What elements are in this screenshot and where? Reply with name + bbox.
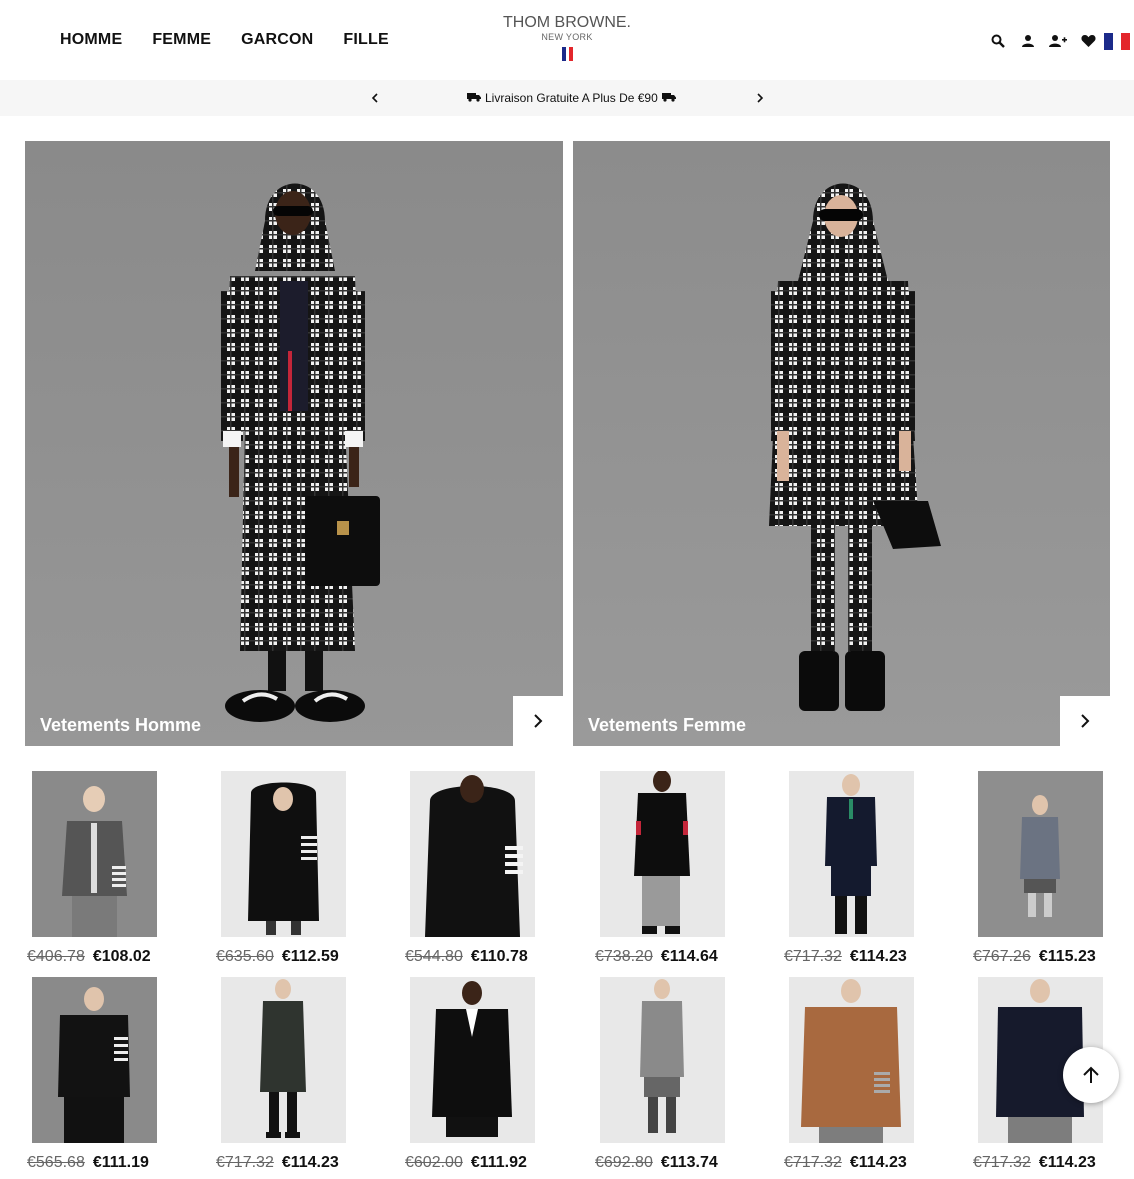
main-nav: HOMME FEMME GARCON FILLE — [60, 31, 419, 49]
france-flag-icon[interactable] — [1104, 32, 1131, 50]
original-price: €544.80 — [405, 948, 463, 965]
sale-price: €114.64 — [660, 948, 718, 965]
logo-subtitle: NEW YORK — [541, 32, 593, 42]
banner-femme-image — [573, 141, 1110, 746]
search-icon[interactable] — [988, 31, 1008, 51]
brand-logo[interactable]: THOM BROWNE. NEW YORK — [487, 14, 647, 61]
original-price: €635.60 — [216, 948, 274, 965]
sale-price: €111.19 — [92, 1154, 149, 1171]
scroll-to-top-button[interactable] — [1063, 1047, 1119, 1103]
nav-garcon[interactable]: GARCON — [241, 31, 313, 49]
product-image-long-coat[interactable] — [221, 977, 346, 1143]
product-price: €602.00 €111.92 — [405, 1154, 527, 1172]
promo-bar: Livraison Gratuite A Plus De €90 — [0, 80, 1134, 116]
product-price: €717.32 €114.23 — [784, 948, 907, 966]
chevron-right-icon[interactable] — [1060, 696, 1110, 746]
wishlist-icon[interactable] — [1078, 31, 1098, 51]
original-price: €767.26 — [973, 948, 1031, 965]
product-price: €565.68 €111.19 — [27, 1154, 149, 1172]
product-price: €738.20 €114.64 — [595, 948, 718, 966]
product-image-grey-overcoat[interactable] — [600, 977, 725, 1143]
nav-fille[interactable]: FILLE — [343, 31, 388, 49]
product-price: €635.60 €112.59 — [216, 948, 339, 966]
sale-price: €113.74 — [660, 1154, 718, 1171]
account-icon[interactable] — [1018, 31, 1038, 51]
original-price: €738.20 — [595, 948, 653, 965]
original-price: €717.32 — [216, 1154, 274, 1171]
logo-stripe-icon — [487, 47, 647, 61]
product-image-hooded-jacket[interactable] — [410, 771, 535, 937]
header-icons — [978, 31, 1131, 51]
product-price: €717.32 €114.23 — [784, 1154, 907, 1172]
sale-price: €114.23 — [1038, 1154, 1096, 1171]
sale-price: €112.59 — [281, 948, 339, 965]
original-price: €406.78 — [27, 948, 85, 965]
product-image-grey-coat[interactable] — [978, 771, 1103, 937]
nav-homme[interactable]: HOMME — [60, 31, 122, 49]
banner-homme[interactable]: Vetements Homme — [25, 141, 563, 746]
promo-prev-arrow-icon[interactable] — [368, 89, 382, 107]
banner-homme-image — [25, 141, 563, 746]
product-image-overcoat[interactable] — [600, 771, 725, 937]
product-price: €406.78 €108.02 — [27, 948, 151, 966]
truck-icon — [661, 91, 676, 105]
truck-icon — [467, 91, 481, 105]
sale-price: €114.23 — [281, 1154, 339, 1171]
original-price: €717.32 — [973, 1154, 1031, 1171]
arrow-up-icon — [1083, 1066, 1099, 1083]
product-price: €717.32 €114.23 — [216, 1154, 339, 1172]
promo-next-arrow-icon[interactable] — [753, 89, 767, 107]
logo-wordmark: THOM BROWNE. — [503, 14, 631, 31]
sale-price: €115.23 — [1038, 948, 1096, 965]
sale-price: €111.92 — [470, 1154, 527, 1171]
nav-femme[interactable]: FEMME — [152, 31, 211, 49]
sale-price: €114.23 — [849, 948, 907, 965]
product-price: €692.80 €113.74 — [595, 1154, 718, 1172]
product-price: €767.26 €115.23 — [973, 948, 1096, 966]
sale-price: €110.78 — [470, 948, 528, 965]
original-price: €602.00 — [405, 1154, 463, 1171]
original-price: €565.68 — [27, 1154, 85, 1171]
register-icon[interactable] — [1048, 31, 1068, 51]
product-price: €544.80 €110.78 — [405, 948, 528, 966]
original-price: €717.32 — [784, 948, 842, 965]
product-image-down-jacket[interactable] — [32, 977, 157, 1143]
product-image-puffer-coat[interactable] — [221, 771, 346, 937]
site-header: HOMME FEMME GARCON FILLE THOM BROWNE. NE… — [0, 0, 1134, 80]
chevron-right-icon[interactable] — [513, 696, 563, 746]
banner-femme-label: Vetements Femme — [588, 715, 747, 735]
original-price: €717.32 — [784, 1154, 842, 1171]
product-price: €717.32 €114.23 — [973, 1154, 1096, 1172]
product-image-navy-coat[interactable] — [789, 771, 914, 937]
promo-message: Livraison Gratuite A Plus De €90 — [463, 91, 680, 105]
product-image-blazer[interactable] — [410, 977, 535, 1143]
sale-price: €114.23 — [849, 1154, 907, 1171]
banner-femme[interactable]: Vetements Femme — [573, 141, 1110, 746]
banner-homme-label: Vetements Homme — [40, 715, 202, 735]
product-image-cardigan[interactable] — [32, 771, 157, 937]
promo-text: Livraison Gratuite A Plus De €90 — [485, 91, 658, 105]
product-image-shearling-jacket[interactable] — [789, 977, 914, 1143]
original-price: €692.80 — [595, 1154, 653, 1171]
sale-price: €108.02 — [92, 948, 151, 965]
